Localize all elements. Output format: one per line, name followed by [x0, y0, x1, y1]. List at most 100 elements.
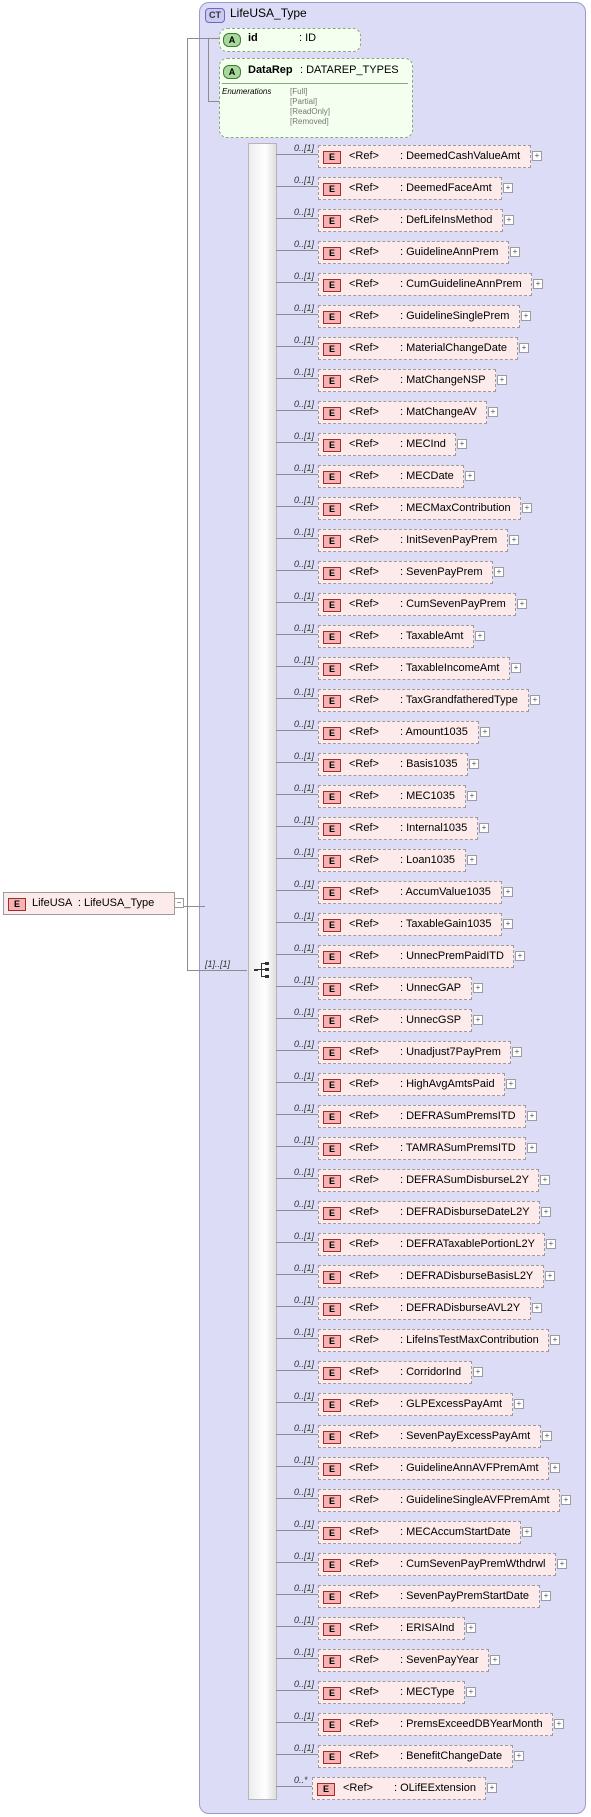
expand-icon[interactable]: +: [497, 375, 507, 385]
expand-icon[interactable]: +: [509, 535, 519, 545]
element-ref[interactable]: E <Ref>: UnnecGAP: [318, 977, 472, 1000]
expand-icon[interactable]: +: [550, 1335, 560, 1345]
element-ref[interactable]: E <Ref>: MECDate: [318, 465, 464, 488]
element-ref[interactable]: E <Ref>: DeemedCashValueAmt: [318, 145, 531, 168]
element-ref[interactable]: E <Ref>: ERISAInd: [318, 1617, 465, 1640]
expand-icon[interactable]: +: [503, 919, 513, 929]
expand-icon[interactable]: +: [522, 1527, 532, 1537]
element-ref[interactable]: E <Ref>: TaxableGain1035: [318, 913, 502, 936]
element-ref[interactable]: E <Ref>: MECType: [318, 1681, 465, 1704]
element-ref[interactable]: E <Ref>: Unadjust7PayPrem: [318, 1041, 511, 1064]
element-ref[interactable]: E <Ref>: SevenPayYear: [318, 1649, 489, 1672]
element-ref[interactable]: E <Ref>: HighAvgAmtsPaid: [318, 1073, 505, 1096]
expand-icon[interactable]: +: [506, 1079, 516, 1089]
element-ref[interactable]: E <Ref>: DefLifeInsMethod: [318, 209, 503, 232]
expand-icon[interactable]: +: [466, 1687, 476, 1697]
element-ref[interactable]: E <Ref>: PremsExceedDBYearMonth: [318, 1713, 553, 1736]
expand-icon[interactable]: +: [467, 791, 477, 801]
element-ref[interactable]: E <Ref>: DEFRADisburseBasisL2Y: [318, 1265, 544, 1288]
element-ref[interactable]: E <Ref>: TAMRASumPremsITD: [318, 1137, 526, 1160]
element-ref[interactable]: E <Ref>: DEFRASumDisburseL2Y: [318, 1169, 539, 1192]
element-ref[interactable]: E <Ref>: Amount1035: [318, 721, 479, 744]
element-ref[interactable]: E <Ref>: CorridorInd: [318, 1361, 472, 1384]
expand-icon[interactable]: +: [473, 1015, 483, 1025]
expand-icon[interactable]: +: [557, 1559, 567, 1569]
root-element[interactable]: E LifeUSA : LifeUSA_Type: [3, 892, 175, 915]
expand-icon[interactable]: +: [494, 567, 504, 577]
expand-icon[interactable]: +: [469, 759, 479, 769]
expand-icon[interactable]: +: [503, 887, 513, 897]
expand-icon[interactable]: +: [542, 1431, 552, 1441]
expand-icon[interactable]: +: [545, 1271, 555, 1281]
expand-icon[interactable]: +: [550, 1463, 560, 1473]
element-ref[interactable]: E <Ref>: CumSevenPayPremWthdrwl: [318, 1553, 556, 1576]
expand-icon[interactable]: +: [479, 823, 489, 833]
element-ref[interactable]: E <Ref>: GuidelineSingleAVFPremAmt: [318, 1489, 560, 1512]
expand-icon[interactable]: −: [174, 898, 184, 908]
expand-icon[interactable]: +: [511, 663, 521, 673]
element-ref[interactable]: E <Ref>: AccumValue1035: [318, 881, 502, 904]
element-ref[interactable]: E <Ref>: MaterialChangeDate: [318, 337, 518, 360]
element-ref[interactable]: E <Ref>: UnnecPremPaidITD: [318, 945, 514, 968]
expand-icon[interactable]: +: [519, 343, 529, 353]
element-ref[interactable]: E <Ref>: DEFRADisburseAVL2Y: [318, 1297, 531, 1320]
expand-icon[interactable]: +: [467, 855, 477, 865]
expand-icon[interactable]: +: [512, 1047, 522, 1057]
element-ref[interactable]: E <Ref>: TaxGrandfatheredType: [318, 689, 529, 712]
expand-icon[interactable]: +: [490, 1655, 500, 1665]
element-ref[interactable]: E <Ref>: GuidelineAnnAVFPremAmt: [318, 1457, 549, 1480]
expand-icon[interactable]: +: [561, 1495, 571, 1505]
attribute-datarep[interactable]: A DataRep : DATAREP_TYPES Enumerations […: [219, 58, 413, 138]
element-ref[interactable]: E <Ref>: Basis1035: [318, 753, 468, 776]
element-ref[interactable]: E <Ref>: GuidelineAnnPrem: [318, 241, 509, 264]
element-ref[interactable]: E <Ref>: BenefitChangeDate: [318, 1745, 513, 1768]
expand-icon[interactable]: +: [488, 407, 498, 417]
element-ref[interactable]: E <Ref>: GLPExcessPayAmt: [318, 1393, 513, 1416]
expand-icon[interactable]: +: [546, 1239, 556, 1249]
expand-icon[interactable]: +: [532, 151, 542, 161]
expand-icon[interactable]: +: [530, 695, 540, 705]
expand-icon[interactable]: +: [503, 183, 513, 193]
expand-icon[interactable]: +: [533, 279, 543, 289]
expand-icon[interactable]: +: [473, 1367, 483, 1377]
expand-icon[interactable]: +: [532, 1303, 542, 1313]
expand-icon[interactable]: +: [475, 631, 485, 641]
expand-icon[interactable]: +: [540, 1175, 550, 1185]
element-ref[interactable]: E <Ref>: MECMaxContribution: [318, 497, 521, 520]
expand-icon[interactable]: +: [504, 215, 514, 225]
expand-icon[interactable]: +: [487, 1783, 497, 1793]
element-ref[interactable]: E <Ref>: SevenPayPremStartDate: [318, 1585, 540, 1608]
element-ref[interactable]: E <Ref>: MatChangeAV: [318, 401, 487, 424]
element-ref[interactable]: E <Ref>: CumSevenPayPrem: [318, 593, 516, 616]
expand-icon[interactable]: +: [554, 1719, 564, 1729]
element-ref[interactable]: E <Ref>: TaxableIncomeAmt: [318, 657, 510, 680]
element-ref[interactable]: E <Ref>: DeemedFaceAmt: [318, 177, 502, 200]
element-ref[interactable]: E <Ref>: CumGuidelineAnnPrem: [318, 273, 532, 296]
element-ref[interactable]: E <Ref>: DEFRASumPremsITD: [318, 1105, 526, 1128]
element-ref[interactable]: E <Ref>: LifeInsTestMaxContribution: [318, 1329, 549, 1352]
element-ref[interactable]: E <Ref>: TaxableAmt: [318, 625, 474, 648]
expand-icon[interactable]: +: [541, 1591, 551, 1601]
element-ref[interactable]: E <Ref>: Internal1035: [318, 817, 478, 840]
element-ref[interactable]: E <Ref>: MECAccumStartDate: [318, 1521, 521, 1544]
attribute-id[interactable]: A id : ID: [219, 28, 361, 52]
expand-icon[interactable]: +: [466, 1623, 476, 1633]
expand-icon[interactable]: +: [514, 1399, 524, 1409]
element-ref[interactable]: E <Ref>: InitSevenPayPrem: [318, 529, 508, 552]
element-ref[interactable]: E <Ref>: Loan1035: [318, 849, 466, 872]
expand-icon[interactable]: +: [527, 1143, 537, 1153]
sequence-icon[interactable]: [254, 962, 272, 978]
element-ref[interactable]: E <Ref>: DEFRATaxablePortionL2Y: [318, 1233, 545, 1256]
element-ref[interactable]: E <Ref>: MatChangeNSP: [318, 369, 496, 392]
element-ref[interactable]: E <Ref>: SevenPayPrem: [318, 561, 493, 584]
expand-icon[interactable]: +: [517, 599, 527, 609]
expand-icon[interactable]: +: [541, 1207, 551, 1217]
expand-icon[interactable]: +: [522, 503, 532, 513]
expand-icon[interactable]: +: [480, 727, 490, 737]
expand-icon[interactable]: +: [465, 471, 475, 481]
element-ref[interactable]: E <Ref>: OLifEExtension: [312, 1777, 486, 1800]
expand-icon[interactable]: +: [514, 1751, 524, 1761]
expand-icon[interactable]: +: [473, 983, 483, 993]
element-ref[interactable]: E <Ref>: MECInd: [318, 433, 456, 456]
element-ref[interactable]: E <Ref>: DEFRADisburseDateL2Y: [318, 1201, 540, 1224]
